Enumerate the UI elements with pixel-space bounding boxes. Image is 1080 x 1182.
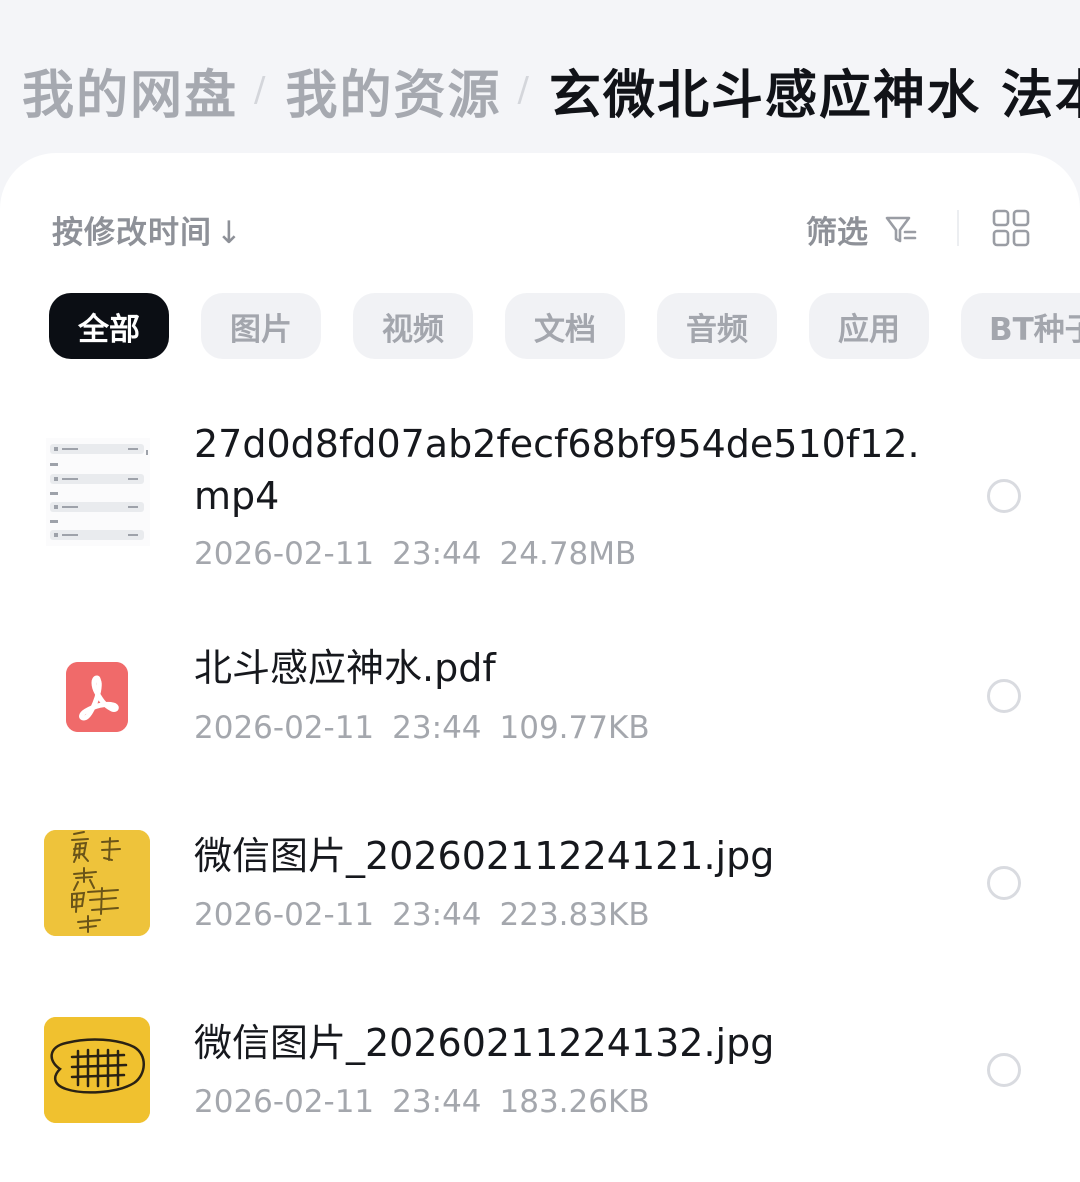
- file-date: 2026-02-11: [194, 1084, 375, 1120]
- file-time: 23:44: [392, 536, 482, 572]
- tab-audio[interactable]: 音频: [657, 293, 777, 359]
- breadcrumb-separator: /: [254, 70, 268, 110]
- image-thumbnail: [44, 830, 150, 936]
- file-time: 23:44: [392, 1084, 482, 1120]
- file-name: 微信图片_20260211224121.jpg: [194, 834, 775, 878]
- file-date: 2026-02-11: [194, 536, 375, 572]
- tab-bt-torrents[interactable]: BT种子: [961, 293, 1080, 359]
- toolbar-divider: [957, 210, 959, 246]
- select-radio[interactable]: [987, 479, 1021, 513]
- breadcrumb-item-my-resources[interactable]: 我的资源: [285, 53, 501, 128]
- file-date: 2026-02-11: [194, 710, 375, 746]
- sort-label: 按修改时间: [52, 215, 212, 251]
- tab-videos[interactable]: 视频: [353, 293, 473, 359]
- image-thumbnail: [44, 1017, 150, 1123]
- file-name: 北斗感应神水.pdf: [194, 646, 496, 690]
- file-size: 183.26KB: [499, 1084, 650, 1120]
- sort-arrow-icon: ↓: [216, 215, 243, 251]
- pdf-file-icon: [66, 662, 128, 732]
- breadcrumb: 我的网盘 / 我的资源 / 玄微北斗感应神水 法本: [22, 52, 1080, 128]
- filter-icon: [885, 216, 917, 242]
- sort-button[interactable]: 按修改时间 ↓: [52, 207, 243, 252]
- file-size: 109.77KB: [499, 710, 650, 746]
- select-radio[interactable]: [987, 679, 1021, 713]
- category-tabs: 全部 图片 视频 文档 音频 应用 BT种子: [0, 293, 1080, 359]
- file-time: 23:44: [392, 710, 482, 746]
- file-meta: 2026-02-11 23:44 183.26KB: [194, 1084, 668, 1120]
- breadcrumb-item-my-drive[interactable]: 我的网盘: [22, 53, 238, 128]
- file-name: 微信图片_20260211224132.jpg: [194, 1021, 775, 1065]
- file-size: 24.78MB: [499, 536, 637, 572]
- breadcrumb-separator: /: [517, 70, 531, 110]
- file-meta: 2026-02-11 23:44 109.77KB: [194, 710, 668, 746]
- select-radio[interactable]: [987, 1053, 1021, 1087]
- tab-documents[interactable]: 文档: [505, 293, 625, 359]
- file-time: 23:44: [392, 897, 482, 933]
- filter-button[interactable]: 筛选: [806, 207, 918, 252]
- breadcrumb-current-folder: 玄微北斗感应神水 法本: [548, 65, 1080, 126]
- tab-all[interactable]: 全部: [49, 293, 169, 359]
- tab-apps[interactable]: 应用: [809, 293, 929, 359]
- file-size: 223.83KB: [499, 897, 650, 933]
- file-name: 27d0d8fd07ab2fecf68bf954de510f12.mp4: [194, 422, 920, 518]
- grid-view-icon[interactable]: [992, 209, 1030, 247]
- video-thumbnail: [46, 438, 150, 546]
- tab-images[interactable]: 图片: [201, 293, 321, 359]
- file-meta: 2026-02-11 23:44 24.78MB: [194, 536, 654, 572]
- filter-label: 筛选: [806, 215, 868, 251]
- file-meta: 2026-02-11 23:44 223.83KB: [194, 897, 668, 933]
- file-browser-page: 我的网盘 / 我的资源 / 玄微北斗感应神水 法本 按修改时间 ↓ 筛选 全部 图…: [0, 0, 1080, 1182]
- file-date: 2026-02-11: [194, 897, 375, 933]
- select-radio[interactable]: [987, 866, 1021, 900]
